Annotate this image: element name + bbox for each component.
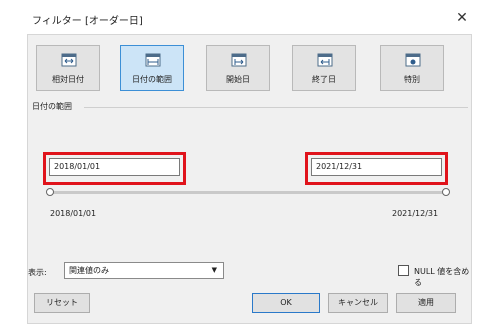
tab-relative-date[interactable]: 相対日付 (36, 45, 100, 91)
show-label: 表示: (28, 268, 47, 277)
close-icon[interactable]: ✕ (454, 10, 470, 26)
apply-button[interactable]: 適用 (396, 293, 456, 313)
section-title: 日付の範囲 (32, 102, 72, 111)
show-dropdown-value: 関連値のみ (69, 266, 109, 275)
range-min-label: 2018/01/01 (50, 209, 97, 218)
range-end-handle[interactable] (442, 188, 450, 196)
cancel-button[interactable]: キャンセル (328, 293, 388, 313)
calendar-start-icon (231, 53, 247, 67)
start-date-input[interactable]: 2018/01/01 (49, 158, 180, 176)
calendar-end-icon (317, 53, 333, 67)
range-slider-track[interactable] (50, 191, 446, 194)
calendar-relative-icon (61, 53, 77, 67)
reset-button[interactable]: リセット (34, 293, 90, 313)
title-bar: フィルター [オーダー日] ✕ (0, 0, 500, 34)
window-title: フィルター [オーダー日] (32, 16, 143, 27)
include-null-label: NULL 値を含める (414, 267, 470, 287)
section-divider (84, 107, 468, 108)
tab-special[interactable]: 特別 (380, 45, 444, 91)
tab-relative-date-label: 相対日付 (52, 75, 84, 84)
range-max-label: 2021/12/31 (392, 209, 439, 218)
tab-special-label: 特別 (404, 75, 420, 84)
tab-end-date[interactable]: 終了日 (292, 45, 356, 91)
tab-end-date-label: 終了日 (312, 75, 336, 84)
calendar-special-icon (405, 53, 421, 67)
ok-button[interactable]: OK (252, 293, 320, 313)
dropdown-arrow-icon: ▼ (211, 266, 217, 274)
include-null-checkbox[interactable] (398, 265, 409, 276)
range-start-handle[interactable] (46, 188, 54, 196)
calendar-range-icon (145, 53, 161, 67)
tab-date-range[interactable]: 日付の範囲 (120, 45, 184, 91)
end-date-input[interactable]: 2021/12/31 (311, 158, 442, 176)
tab-start-date-label: 開始日 (226, 75, 250, 84)
dialog-body: 相対日付 日付の範囲 開始日 終了日 特別 日付の範囲 2018/01/01 2… (27, 34, 472, 324)
tab-start-date[interactable]: 開始日 (206, 45, 270, 91)
show-dropdown[interactable]: 関連値のみ ▼ (64, 262, 224, 279)
tab-date-range-label: 日付の範囲 (132, 75, 172, 84)
